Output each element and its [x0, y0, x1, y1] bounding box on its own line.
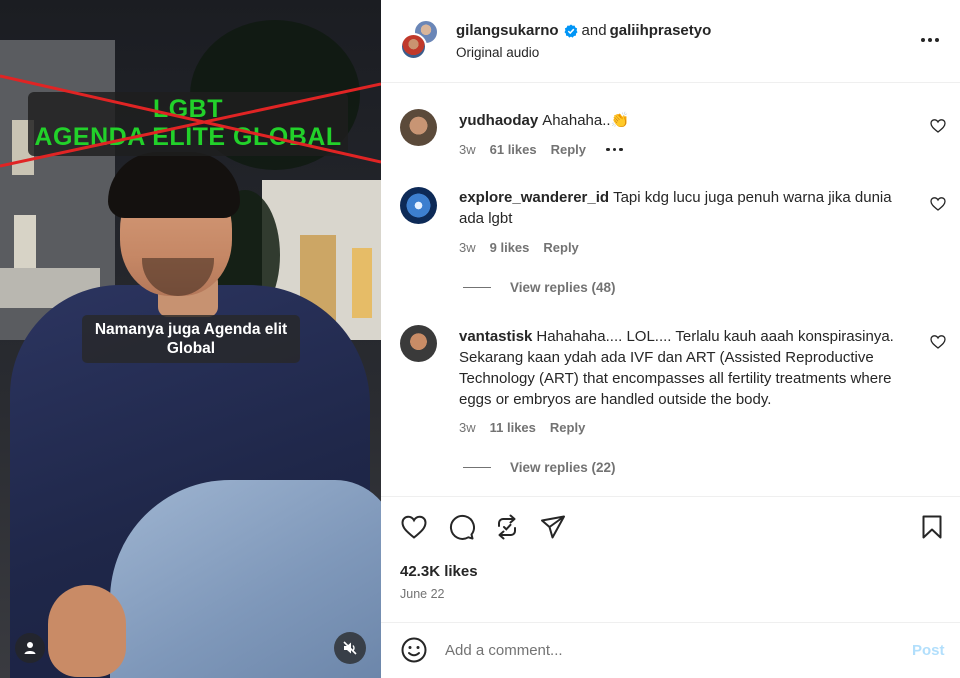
person-icon — [24, 642, 36, 654]
post-date[interactable]: June 22 — [400, 587, 444, 601]
divider — [463, 287, 491, 288]
post-header: gilangsukarno and galiihprasetyo Origina… — [381, 0, 960, 83]
lit-window — [352, 248, 372, 318]
comment-item: vantastisk Hahahaha.... LOL.... Terlalu k… — [381, 320, 960, 490]
reply-button[interactable]: Reply — [550, 420, 585, 435]
comment-bubble-icon[interactable] — [447, 513, 475, 541]
comment-username[interactable]: vantastisk — [459, 328, 532, 345]
more-dot-icon — [921, 38, 925, 42]
comment-meta: 3w 61 likes Reply — [459, 142, 637, 157]
reply-button[interactable]: Reply — [551, 142, 586, 157]
comment-time[interactable]: 3w — [459, 142, 476, 157]
more-dot-icon — [935, 38, 939, 42]
comment-time[interactable]: 3w — [459, 420, 476, 435]
comment-likes[interactable]: 11 likes — [490, 420, 536, 435]
muted-speaker-icon — [343, 641, 357, 655]
comment-text: yudhaoday Ahahaha..👏 — [459, 110, 904, 131]
like-comment-heart-icon[interactable] — [930, 118, 946, 134]
comments-list[interactable]: yudhaoday Ahahaha..👏 3w 61 likes Reply ex… — [381, 84, 960, 496]
comment-text: vantastisk Hahahaha.... LOL.... Terlalu k… — [459, 326, 904, 410]
comment-item: explore_wanderer_id Tapi kdg lucu juga pe… — [381, 182, 960, 302]
reel-video[interactable]: LGBT AGENDA ELITE GLOBAL Namanya juga Ag… — [0, 0, 381, 678]
comment-username[interactable]: explore_wanderer_id — [459, 189, 609, 206]
more-options-button[interactable] — [915, 30, 945, 50]
share-send-icon[interactable] — [539, 513, 567, 541]
view-replies-button[interactable]: View replies (48) — [463, 280, 616, 295]
avatar[interactable] — [400, 109, 437, 146]
comment-text: explore_wanderer_id Tapi kdg lucu juga pe… — [459, 187, 904, 229]
person-hand — [48, 585, 126, 677]
like-heart-icon[interactable] — [400, 513, 428, 541]
authors-connector: and — [581, 22, 607, 39]
like-comment-heart-icon[interactable] — [930, 334, 946, 350]
tagged-user-button[interactable] — [15, 633, 45, 663]
view-replies-button[interactable]: View replies (22) — [463, 460, 616, 475]
comment-item: yudhaoday Ahahaha..👏 3w 61 likes Reply — [381, 84, 960, 174]
mute-button[interactable] — [334, 632, 366, 664]
repost-icon[interactable] — [493, 513, 521, 541]
comment-input[interactable] — [445, 637, 885, 663]
comment-options-button[interactable] — [606, 147, 623, 152]
more-dot-icon — [928, 38, 932, 42]
comment-likes[interactable]: 9 likes — [490, 240, 530, 255]
comment-time[interactable]: 3w — [459, 240, 476, 255]
avatar[interactable] — [400, 187, 437, 224]
like-comment-heart-icon[interactable] — [930, 196, 946, 212]
red-cross-mark — [0, 74, 381, 168]
audio-label[interactable]: Original audio — [456, 45, 539, 60]
comment-likes[interactable]: 61 likes — [490, 142, 537, 157]
comment-body: Ahahaha..👏 — [542, 112, 630, 129]
likes-count[interactable]: 42.3K likes — [400, 563, 478, 580]
author-username[interactable]: gilangsukarno — [456, 22, 559, 39]
post-actions: 42.3K likes June 22 — [381, 496, 960, 622]
comment-meta: 3w 9 likes Reply — [459, 240, 593, 255]
reply-button[interactable]: Reply — [543, 240, 578, 255]
divider — [463, 467, 491, 468]
avatar[interactable] — [400, 325, 437, 362]
comment-username[interactable]: yudhaoday — [459, 112, 538, 129]
view-replies-label: View replies (22) — [510, 460, 616, 475]
save-bookmark-icon[interactable] — [918, 513, 946, 541]
collab-username[interactable]: galiihprasetyo — [610, 22, 712, 39]
post-panel: gilangsukarno and galiihprasetyo Origina… — [381, 0, 960, 678]
comment-meta: 3w 11 likes Reply — [459, 420, 599, 435]
emoji-smiley-icon[interactable] — [400, 636, 428, 664]
verified-badge-icon — [564, 24, 578, 38]
post-authors: gilangsukarno and galiihprasetyo — [456, 22, 711, 39]
collab-avatars[interactable] — [400, 20, 440, 60]
view-replies-label: View replies (48) — [510, 280, 616, 295]
building-window — [14, 215, 36, 275]
comment-composer: Post — [381, 622, 960, 678]
post-comment-button[interactable]: Post — [912, 642, 945, 659]
video-caption: Namanya juga Agenda elit Global — [82, 315, 300, 363]
avatar — [400, 33, 427, 60]
